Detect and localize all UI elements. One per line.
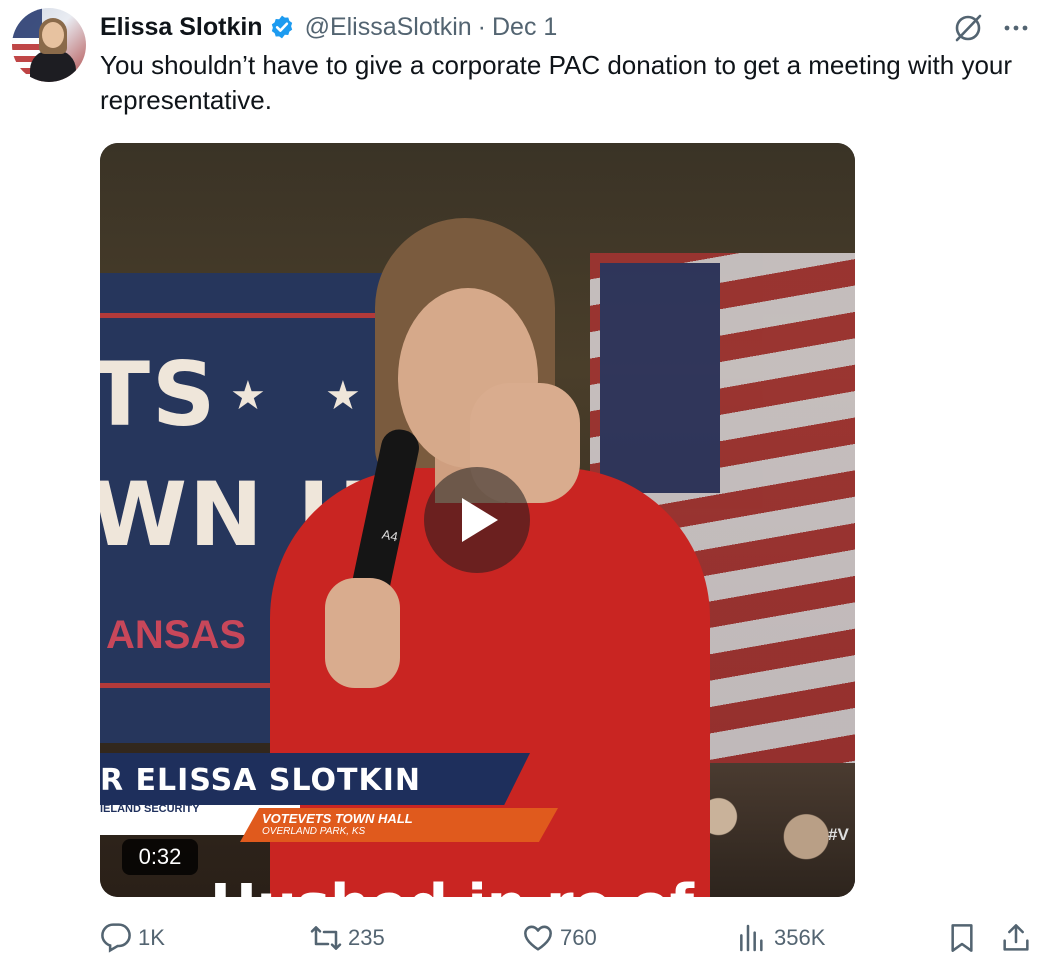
share-icon (1003, 924, 1029, 951)
repost-count: 235 (348, 925, 385, 950)
avatar-body (30, 50, 76, 82)
avatar-head (42, 22, 64, 48)
caption-text: Hushed in re of th (210, 873, 730, 897)
repost-button[interactable]: 235 (310, 918, 385, 958)
header-separator: · (477, 12, 486, 41)
microphone-label: A4 (380, 526, 400, 545)
banner-subtext: ANSAS (106, 613, 247, 657)
lower-third-role: IELAND SECURITY (100, 803, 200, 815)
tweet-date[interactable]: Dec 1 (492, 13, 557, 42)
banner-text-1: TS (100, 343, 218, 446)
more-icon[interactable] (1000, 14, 1032, 42)
author-name[interactable]: Elissa Slotkin (100, 13, 263, 42)
avatar[interactable] (12, 8, 86, 82)
lower-third-event: VOTEVETS TOWN HALL (262, 811, 413, 826)
views-icon (740, 924, 763, 952)
heart-icon (524, 925, 552, 951)
play-button[interactable] (424, 467, 530, 573)
verified-badge-icon (271, 15, 292, 39)
views-count: 356K (774, 925, 826, 950)
action-bar: 1K 235 760 356K (100, 918, 1040, 958)
reply-count: 1K (138, 925, 165, 950)
views-button[interactable]: 356K (736, 918, 825, 958)
bookmark-button[interactable] (946, 918, 984, 958)
bookmark-icon (951, 924, 973, 952)
video-caption: Hushed in re of th (210, 871, 730, 897)
lower-third-name: R ELISSA SLOTKIN (100, 763, 421, 798)
reply-icon (101, 923, 131, 953)
speaker-hand-mic (325, 578, 400, 688)
grok-icon[interactable] (952, 12, 984, 44)
tweet-header: Elissa Slotkin @ElissaSlotkin · Dec 1 (100, 10, 557, 44)
play-icon (462, 498, 498, 542)
video-player[interactable]: TS ★ ★ WN H ANSAS A4 R ELISSA SLOTKIN IE… (100, 143, 855, 897)
tweet-text: You shouldn’t have to give a corporate P… (100, 50, 1013, 115)
share-button[interactable] (1000, 918, 1038, 958)
like-count: 760 (560, 925, 597, 950)
lower-third-location: OVERLAND PARK, KS (262, 826, 366, 837)
like-button[interactable]: 760 (522, 918, 597, 958)
repost-icon (310, 926, 342, 950)
reply-button[interactable]: 1K (100, 918, 165, 958)
video-hashtag: #V (828, 825, 849, 844)
author-handle[interactable]: @ElissaSlotkin (305, 13, 472, 42)
video-duration: 0:32 (122, 839, 198, 875)
banner-star: ★ (230, 374, 266, 418)
